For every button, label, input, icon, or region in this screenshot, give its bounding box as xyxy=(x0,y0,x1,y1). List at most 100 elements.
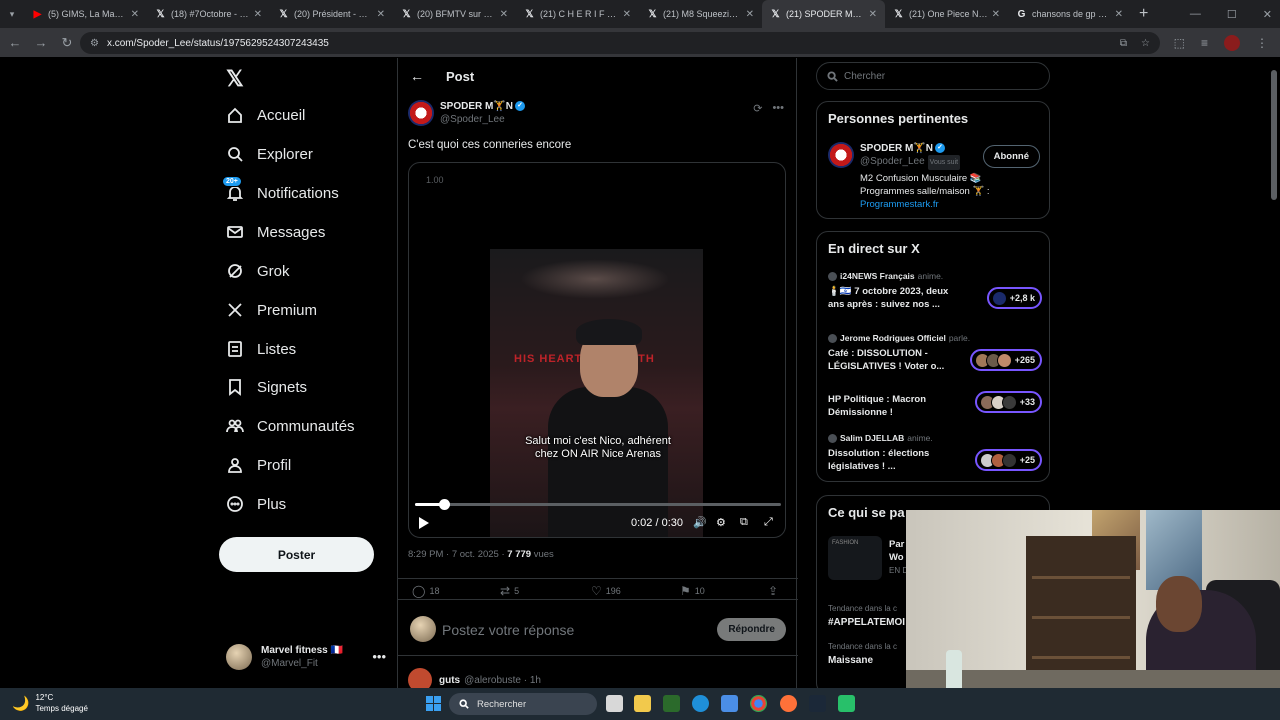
close-tab-icon[interactable]: ✕ xyxy=(254,9,262,20)
fullscreen-icon[interactable]: ⤢ xyxy=(764,516,773,529)
star-icon[interactable]: ☆ xyxy=(1141,38,1150,49)
live-listeners-pill[interactable]: +2,8 k xyxy=(986,287,1042,309)
close-tab-icon[interactable]: ✕ xyxy=(131,9,139,20)
address-bar[interactable]: ⚙ x.com/Spoder_Lee/status/19756295243072… xyxy=(80,32,1160,54)
search-input[interactable]: Chercher xyxy=(816,62,1050,90)
store-icon[interactable] xyxy=(721,695,738,712)
scrubber-handle[interactable] xyxy=(439,499,451,510)
browser-tab[interactable]: Gchansons de gp expl ✕ xyxy=(1008,0,1131,28)
browser-tab[interactable]: 𝕏 (20) Président - Reche ✕ xyxy=(270,0,393,28)
video-player[interactable]: 1.00 HIS HEART STRENGTH Salut moi c'est … xyxy=(408,162,786,538)
browser-tab[interactable]: 𝕏 (21) One Piece News ✕ xyxy=(885,0,1008,28)
nav-item-accueil[interactable]: Accueil xyxy=(222,100,305,130)
reply-author-name[interactable]: guts xyxy=(439,675,460,686)
reply-button[interactable]: Répondre xyxy=(717,618,786,641)
browser-tab[interactable]: 𝕏 (18) #7Octobre - Rech ✕ xyxy=(147,0,270,28)
post-author[interactable]: SPODER M🏋N ✓ @Spoder_Lee xyxy=(408,100,526,126)
close-tab-icon[interactable]: ✕ xyxy=(746,9,754,20)
close-tab-icon[interactable]: ✕ xyxy=(992,9,1000,20)
bio-link[interactable]: Programmestark.fr xyxy=(860,198,1040,211)
live-listeners-pill[interactable]: +33 xyxy=(974,391,1042,413)
author-name[interactable]: SPODER M🏋N xyxy=(440,101,513,112)
tab-search-dropdown[interactable]: ▾ xyxy=(0,9,24,20)
reply-input[interactable]: Postez votre réponse xyxy=(442,622,574,638)
live-item[interactable]: HP Politique : Macron Démissionne ! +33 xyxy=(828,389,1042,419)
close-tab-icon[interactable]: ✕ xyxy=(377,9,385,20)
maximize-icon[interactable]: ☐ xyxy=(1227,8,1237,21)
nav-item-signets[interactable]: Signets xyxy=(222,372,307,402)
reply-author-avatar[interactable] xyxy=(408,668,432,688)
author-handle[interactable]: @Spoder_Lee xyxy=(440,113,525,126)
volume-icon[interactable]: 🔊 xyxy=(693,516,707,529)
video-scrubber[interactable] xyxy=(415,499,781,510)
more-dots-icon[interactable]: ••• xyxy=(372,649,386,664)
profile-avatar-icon[interactable] xyxy=(1224,34,1240,51)
live-item[interactable]: i24NEWS Français anime. 🕯️🇮🇱 7 octobre 202… xyxy=(828,271,1042,311)
live-listeners-pill[interactable]: +25 xyxy=(974,449,1042,471)
post-button[interactable]: Poster xyxy=(219,537,374,572)
nav-item-grok[interactable]: Grok xyxy=(222,256,290,286)
bookmark-action[interactable]: ⚑ 10 xyxy=(680,584,705,598)
browser-tab[interactable]: 𝕏 (21) C H E R I F cm ✕ xyxy=(516,0,639,28)
x-logo-icon[interactable]: 𝕏 xyxy=(226,66,244,92)
close-tab-icon[interactable]: ✕ xyxy=(869,9,877,20)
grok-icon[interactable]: ⟳ xyxy=(753,102,762,115)
app-icon[interactable] xyxy=(838,695,855,712)
scrollbar-thumb[interactable] xyxy=(1271,70,1277,200)
minimize-icon[interactable]: — xyxy=(1190,8,1201,20)
chrome-icon[interactable] xyxy=(750,695,767,712)
post-timestamp[interactable]: 8:29 PM · 7 oct. 2025 · xyxy=(408,549,507,560)
trend-item[interactable]: Tendance dans la c Maissane xyxy=(828,642,897,666)
nav-item-notifications[interactable]: 20+ Notifications xyxy=(222,176,339,208)
reply-post[interactable]: guts @alerobuste · 1h xyxy=(408,668,541,688)
close-tab-icon[interactable]: ✕ xyxy=(500,9,508,20)
more-options-icon[interactable]: ••• xyxy=(772,102,784,115)
site-info-icon[interactable]: ⚙ xyxy=(90,38,99,49)
task-view-icon[interactable] xyxy=(606,695,623,712)
nav-item-premium[interactable]: Premium xyxy=(222,295,317,325)
author-avatar[interactable] xyxy=(408,100,434,126)
settings-icon[interactable]: ⚙ xyxy=(716,516,726,529)
steam-icon[interactable] xyxy=(809,695,826,712)
back-arrow-icon[interactable]: ← xyxy=(410,68,424,84)
weather-widget[interactable]: 🌙 12°C Temps dégagé xyxy=(12,692,88,714)
nav-item-profil[interactable]: Profil xyxy=(222,450,291,480)
like-action[interactable]: ♡ 196 xyxy=(591,584,621,598)
close-tab-icon[interactable]: ✕ xyxy=(623,9,631,20)
close-window-icon[interactable]: ✕ xyxy=(1263,8,1272,21)
nvidia-icon[interactable] xyxy=(663,695,680,712)
account-switcher[interactable]: Marvel fitness 🇫🇷 @Marvel_Fit ••• xyxy=(226,642,386,672)
live-listeners-pill[interactable]: +265 xyxy=(969,349,1042,371)
reply-action[interactable]: ◯ 18 xyxy=(412,584,439,598)
relevant-avatar[interactable] xyxy=(828,142,854,168)
file-explorer-icon[interactable] xyxy=(634,695,651,712)
pip-icon[interactable]: ⧉ xyxy=(740,516,748,529)
video-frame[interactable]: HIS HEART STRENGTH xyxy=(490,249,703,537)
trend-item[interactable]: Tendance dans la c #APPELATEMOI xyxy=(828,604,905,628)
browser-tab[interactable]: 𝕏 (21) SPODER M🏋N ✕ xyxy=(762,0,885,28)
relevant-name[interactable]: SPODER M🏋N xyxy=(860,143,933,154)
nav-item-communautes[interactable]: Communautés xyxy=(222,411,355,441)
nav-item-explorer[interactable]: Explorer xyxy=(222,139,313,169)
following-button[interactable]: Abonné xyxy=(982,145,1040,168)
install-icon[interactable]: ⧉ xyxy=(1120,38,1127,49)
browser-tab[interactable]: 𝕏 (21) M8 Squeezie (@ ✕ xyxy=(639,0,762,28)
relevant-handle[interactable]: @Spoder_Lee xyxy=(860,156,925,167)
taskbar-search[interactable]: Rechercher xyxy=(449,693,597,715)
news-thumbnail[interactable]: FASHION xyxy=(828,536,882,580)
nav-item-plus[interactable]: Plus xyxy=(222,489,286,519)
live-item[interactable]: Jerome Rodrigues Officiel parle. Café : DI… xyxy=(828,333,1042,373)
live-item[interactable]: Salim DJELLAB anime. Dissolution : électio… xyxy=(828,433,1042,473)
nav-item-listes[interactable]: Listes xyxy=(222,334,296,364)
share-action[interactable]: ⇪ xyxy=(768,584,778,598)
extensions-icon[interactable]: ⬚ xyxy=(1174,36,1185,50)
play-icon[interactable] xyxy=(419,517,429,529)
windows-start-icon[interactable] xyxy=(426,696,441,711)
browser-tab[interactable]: 𝕏 (20) BFMTV sur X : "I ✕ xyxy=(393,0,516,28)
repost-action[interactable]: ⇄ 5 xyxy=(500,584,519,598)
nav-item-messages[interactable]: Messages xyxy=(222,217,325,247)
reading-list-icon[interactable]: ≡ xyxy=(1201,36,1208,50)
forward-icon[interactable]: → xyxy=(28,35,54,50)
new-tab-button[interactable]: + xyxy=(1139,5,1148,23)
close-tab-icon[interactable]: ✕ xyxy=(1115,9,1123,20)
